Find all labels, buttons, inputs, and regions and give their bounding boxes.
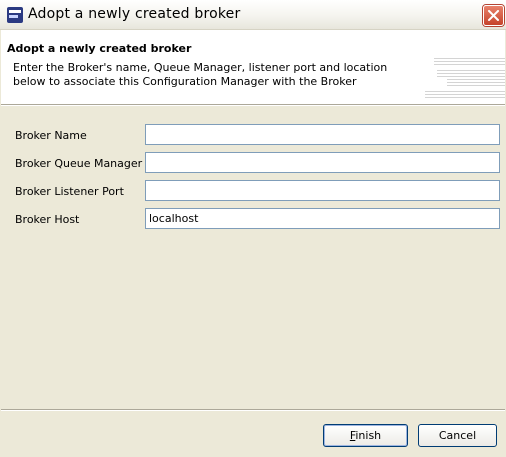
broker-name-label: Broker Name	[15, 129, 87, 142]
app-icon	[7, 7, 23, 23]
broker-listener-port-label: Broker Listener Port	[15, 185, 124, 198]
broker-queue-manager-input[interactable]	[145, 152, 500, 173]
title-bar[interactable]: Adopt a newly created broker	[0, 0, 506, 30]
header-description: Enter the Broker's name, Queue Manager, …	[13, 61, 388, 88]
broker-name-input[interactable]	[145, 124, 500, 145]
footer-separator	[1, 409, 505, 411]
broker-listener-port-input[interactable]	[145, 180, 500, 201]
broker-queue-manager-label: Broker Queue Manager	[15, 157, 143, 170]
finish-button[interactable]: Finish	[323, 424, 408, 447]
wizard-header: Adopt a newly created broker Enter the B…	[1, 30, 505, 104]
broker-host-label: Broker Host	[15, 213, 80, 226]
broker-host-input[interactable]	[145, 208, 500, 229]
window-title: Adopt a newly created broker	[28, 6, 241, 22]
wizard-banner-graphic	[425, 56, 505, 99]
close-icon	[488, 10, 499, 21]
header-separator	[1, 104, 505, 106]
dialog-window: Adopt a newly created broker Adopt a new…	[0, 0, 506, 457]
header-title: Adopt a newly created broker	[7, 42, 192, 55]
close-button[interactable]	[483, 5, 504, 26]
cancel-button[interactable]: Cancel	[418, 424, 497, 447]
